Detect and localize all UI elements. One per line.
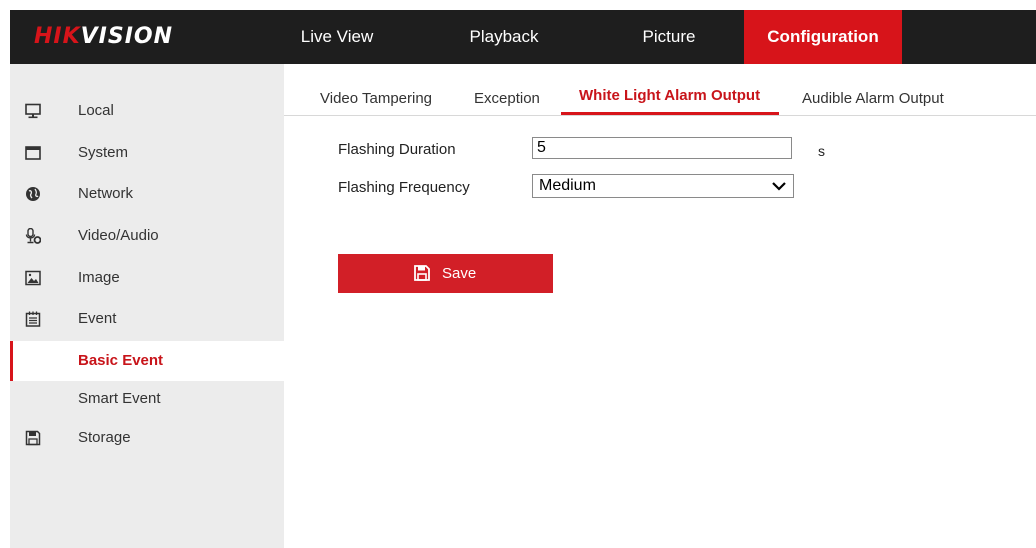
save-icon — [414, 265, 430, 281]
nav-configuration[interactable]: Configuration — [744, 10, 902, 64]
flashing-frequency-label: Flashing Frequency — [338, 179, 470, 196]
picture-icon — [25, 270, 41, 286]
sidebar-item-label: Basic Event — [78, 352, 164, 369]
sidebar: Local System Network Video/Audio Image E… — [10, 64, 284, 548]
nav-picture[interactable]: Picture — [626, 10, 712, 64]
monitor-icon — [25, 103, 41, 119]
microphone-icon — [25, 228, 41, 244]
active-tab-indicator — [561, 112, 779, 115]
globe-icon — [26, 187, 40, 201]
sidebar-item-label: Event — [78, 310, 117, 327]
sidebar-item-label: Network — [78, 185, 134, 202]
flashing-frequency-select[interactable]: Medium — [532, 174, 794, 198]
sidebar-item-label: Video/Audio — [78, 227, 159, 244]
chevron-down-icon — [772, 182, 786, 191]
tab-exception[interactable]: Exception — [474, 90, 540, 107]
top-navigation-bar: HIKVISION Live View Playback Picture Con… — [10, 10, 1036, 64]
duration-unit: s — [818, 143, 825, 159]
sidebar-item-label: System — [78, 144, 129, 161]
nav-playback[interactable]: Playback — [458, 10, 550, 64]
sidebar-item-network[interactable]: Network — [10, 174, 284, 214]
save-button[interactable]: Save — [338, 254, 553, 293]
sidebar-item-local[interactable]: Local — [10, 91, 284, 131]
hikvision-logo: HIKVISION — [34, 24, 173, 49]
flashing-duration-label: Flashing Duration — [338, 141, 456, 158]
sidebar-item-smart-event[interactable]: Smart Event — [10, 379, 284, 419]
sidebar-item-label: Local — [78, 102, 114, 119]
sidebar-item-event[interactable]: Event — [10, 299, 284, 339]
sidebar-item-label: Smart Event — [78, 390, 161, 407]
save-button-label: Save — [442, 265, 477, 282]
calendar-icon — [25, 311, 41, 327]
flashing-duration-input[interactable] — [532, 137, 792, 159]
tab-video-tampering[interactable]: Video Tampering — [320, 90, 432, 107]
logo-part-red: HIK — [34, 24, 81, 49]
flashing-frequency-value: Medium — [539, 177, 596, 194]
window-icon — [25, 146, 41, 160]
sidebar-item-label: Image — [78, 269, 120, 286]
nav-live-view[interactable]: Live View — [298, 10, 376, 64]
sidebar-item-video-audio[interactable]: Video/Audio — [10, 216, 284, 256]
logo-part-white: VISION — [80, 24, 174, 49]
sidebar-item-label: Storage — [78, 429, 131, 446]
sidebar-item-storage[interactable]: Storage — [10, 418, 284, 458]
event-tabs: Video Tampering Exception White Light Al… — [284, 64, 1036, 116]
sidebar-item-system[interactable]: System — [10, 133, 284, 173]
tab-white-light-alarm-output[interactable]: White Light Alarm Output — [579, 87, 760, 104]
tab-audible-alarm-output[interactable]: Audible Alarm Output — [802, 90, 944, 107]
floppy-icon — [25, 430, 41, 446]
sidebar-item-basic-event[interactable]: Basic Event — [10, 341, 284, 381]
sidebar-item-image[interactable]: Image — [10, 258, 284, 298]
